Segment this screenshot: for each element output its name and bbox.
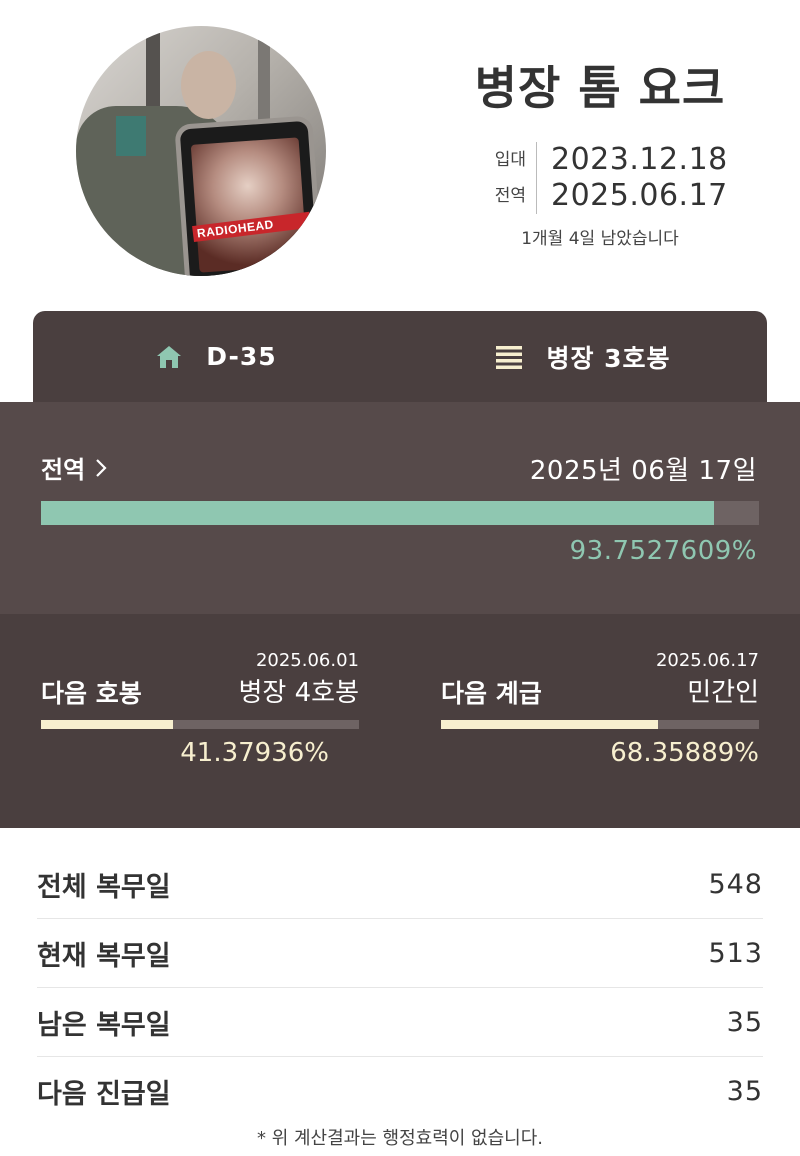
rank-name-title: 병장 톰 요크 xyxy=(474,61,726,115)
next-rank-label: 다음 계급 xyxy=(441,679,542,708)
enlist-date: 2023.12.18 xyxy=(551,142,728,177)
tab-bar: D-35 병장 3호봉 xyxy=(33,311,767,402)
stat-value: 35 xyxy=(726,1006,763,1038)
stat-label: 현재 복무일 xyxy=(37,940,171,972)
list-item: 다음 진급일 35 xyxy=(37,1057,763,1125)
tab-d-day-label: D-35 xyxy=(206,342,277,371)
discharge-row: 전역 2025.06.17 xyxy=(486,178,728,214)
avatar-photo-detail xyxy=(181,51,236,119)
avatar-phone-screen xyxy=(190,137,308,273)
service-stats-list: 전체 복무일 548 현재 복무일 513 남은 복무일 35 다음 진급일 3… xyxy=(37,850,763,1125)
service-dates: 입대 2023.12.18 전역 2025.06.17 xyxy=(486,142,728,214)
enlist-row: 입대 2023.12.18 xyxy=(486,142,728,178)
next-pay-step-percent: 41.37936% xyxy=(180,738,329,768)
next-promotion-panel: 2025.06.01 다음 호봉 병장 4호봉 41.37936% 2025.0… xyxy=(0,614,800,828)
discharge-label: 전역 xyxy=(486,178,537,214)
next-pay-step-date: 2025.06.01 xyxy=(255,650,359,671)
avatar-photo-detail xyxy=(116,116,146,156)
next-rank-value: 민간인 xyxy=(687,678,759,708)
stat-label: 다음 진급일 xyxy=(37,1078,171,1110)
tab-d-day[interactable]: D-35 xyxy=(33,311,400,402)
avatar-phone: RADIOHEAD xyxy=(174,115,324,276)
discharge-date: 2025.06.17 xyxy=(551,178,728,213)
chevron-right-icon xyxy=(95,458,107,478)
discharge-full-date: 2025년 06월 17일 xyxy=(529,456,757,486)
tab-rank-label: 병장 3호봉 xyxy=(546,343,671,373)
next-pay-step-label: 다음 호봉 xyxy=(41,679,142,708)
discharge-panel: 전역 2025년 06월 17일 93.7527609% xyxy=(0,402,800,614)
next-pay-step-progress-bar xyxy=(41,720,359,729)
stat-value: 513 xyxy=(708,937,763,969)
discharge-title: 전역 xyxy=(41,456,86,484)
remaining-time-text: 1개월 4일 남았습니다 xyxy=(521,229,679,249)
list-item: 현재 복무일 513 xyxy=(37,919,763,988)
stat-label: 남은 복무일 xyxy=(37,1009,171,1041)
next-rank: 2025.06.17 다음 계급 민간인 68.35889% xyxy=(441,614,759,828)
stat-label: 전체 복무일 xyxy=(37,871,171,903)
discharge-progress-bar xyxy=(41,501,759,525)
list-item: 전체 복무일 548 xyxy=(37,850,763,919)
discharge-title-link[interactable]: 전역 xyxy=(41,450,107,485)
list-item: 남은 복무일 35 xyxy=(37,988,763,1057)
discharge-percent: 93.7527609% xyxy=(569,536,757,566)
profile-avatar[interactable]: RADIOHEAD xyxy=(76,26,326,276)
list-icon xyxy=(496,345,523,369)
stat-value: 35 xyxy=(726,1075,763,1107)
next-pay-step-value: 병장 4호봉 xyxy=(238,678,360,708)
next-rank-progress-fill xyxy=(441,720,659,729)
next-pay-step-progress-fill xyxy=(41,720,173,729)
discharge-progress-fill xyxy=(41,501,715,525)
next-rank-progress-bar xyxy=(441,720,759,729)
stat-value: 548 xyxy=(708,868,763,900)
home-icon xyxy=(156,345,182,369)
next-rank-percent: 68.35889% xyxy=(610,738,759,768)
next-rank-date: 2025.06.17 xyxy=(655,650,759,671)
enlist-label: 입대 xyxy=(486,142,537,178)
disclaimer-text: * 위 계산결과는 행정효력이 없습니다. xyxy=(256,1128,543,1149)
tab-rank[interactable]: 병장 3호봉 xyxy=(400,311,767,402)
next-pay-step: 2025.06.01 다음 호봉 병장 4호봉 41.37936% xyxy=(41,614,359,828)
